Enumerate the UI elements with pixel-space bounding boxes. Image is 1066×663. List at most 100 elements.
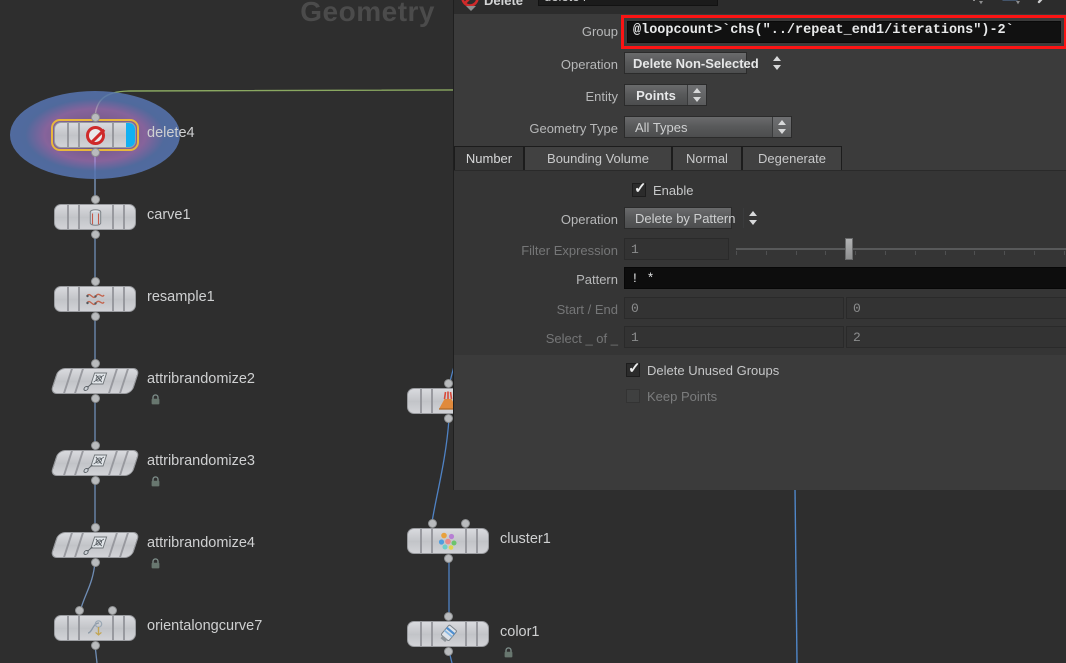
select-of-field-group[interactable]: 1 2 <box>624 326 1066 348</box>
param-row-geometry-type: Geometry Type All Types <box>454 116 1066 142</box>
geometry-type-menu-value: All Types <box>635 119 688 135</box>
tab-bounding-volume[interactable]: Bounding Volume <box>524 146 672 171</box>
carve-cylinder-icon <box>85 207 105 227</box>
tab-normal[interactable]: Normal <box>672 146 742 171</box>
node-input-connector[interactable] <box>108 606 117 615</box>
node-stripe <box>112 123 114 147</box>
entity-menu[interactable]: Points <box>624 84 707 106</box>
select-of-total-input[interactable]: 2 <box>846 326 1066 348</box>
node-input-connector[interactable] <box>91 359 100 368</box>
node-output-connector[interactable] <box>91 148 100 157</box>
node-output-connector[interactable] <box>91 394 100 403</box>
gear-asterisk-icon[interactable] <box>965 0 989 6</box>
node-input-connector[interactable] <box>444 612 453 621</box>
node-output-connector[interactable] <box>444 647 453 656</box>
node-stripe <box>67 123 69 147</box>
parameter-panel: Delete delete4 <box>453 0 1066 490</box>
slider-ticks <box>736 251 1066 256</box>
parameter-panel-header: Delete delete4 <box>454 0 1066 15</box>
orientalongcurve-icon <box>85 618 105 638</box>
bypass-prohibited-icon <box>85 125 105 145</box>
param-label-tab-operation: Operation <box>560 212 618 227</box>
node-input-connector[interactable] <box>91 277 100 286</box>
enable-checkbox[interactable]: ✓ <box>632 180 647 197</box>
geometry-type-menu[interactable]: All Types <box>624 116 792 138</box>
param-label-select-of: Select _ of _ <box>545 331 618 346</box>
select-count-input[interactable]: 1 <box>624 326 844 348</box>
operation-menu-spinner[interactable] <box>766 53 781 73</box>
start-input[interactable]: 0 <box>624 297 844 319</box>
node-input-connector[interactable] <box>91 523 100 532</box>
tab-operation-menu-value: Delete by Pattern <box>635 210 736 226</box>
operation-menu[interactable]: Delete Non-Selected <box>624 52 781 74</box>
node-input-connector[interactable] <box>444 379 453 388</box>
node-name-input[interactable]: delete4 <box>538 0 718 6</box>
node-label: attribrandomize4 <box>147 535 255 551</box>
node-output-connector[interactable] <box>91 230 100 239</box>
pattern-input[interactable]: ! * <box>624 267 1066 289</box>
filter-expression-field-group[interactable]: 1 <box>624 238 1066 260</box>
node-label: carve1 <box>147 207 191 223</box>
geometry-type-menu-spinner[interactable] <box>772 117 791 137</box>
node-input-connector[interactable] <box>75 606 84 615</box>
node-output-connector[interactable] <box>91 312 100 321</box>
lock-icon <box>150 392 161 405</box>
param-row-select-of: Select _ of _ 1 2 <box>454 326 1066 352</box>
node-output-connector[interactable] <box>91 476 100 485</box>
node-output-connector[interactable] <box>91 558 100 567</box>
param-row-filter-expression: Filter Expression 1 <box>454 238 1066 264</box>
node-output-connector[interactable] <box>444 554 453 563</box>
node-input-connector[interactable] <box>461 519 470 528</box>
check-mark-icon: ✓ <box>634 180 647 197</box>
param-label-group: Group <box>581 24 618 39</box>
delete-unused-groups-checkbox[interactable]: ✓ <box>626 360 641 377</box>
tab-operation-menu-spinner[interactable] <box>743 208 758 228</box>
node-input-connector[interactable] <box>91 195 100 204</box>
delete-unused-groups-label: Delete Unused Groups <box>647 363 780 378</box>
keep-points-checkbox[interactable] <box>626 389 640 403</box>
tab-number[interactable]: Number <box>454 146 524 171</box>
entity-menu-value: Points <box>636 87 676 103</box>
panel-header-icons <box>965 0 1061 6</box>
start-end-field-group[interactable]: 0 0 <box>624 297 1066 319</box>
chevron-down-icon[interactable] <box>466 6 476 11</box>
tab-degenerate[interactable]: Degenerate <box>742 146 842 171</box>
entity-menu-spinner[interactable] <box>687 85 706 105</box>
filter-expression-slider[interactable] <box>736 238 1066 260</box>
color-tube-icon <box>438 624 458 644</box>
param-row-operation: Operation Delete Non-Selected <box>454 52 1066 78</box>
node-output-connector[interactable] <box>444 414 453 423</box>
lock-icon <box>150 474 161 487</box>
node-label: resample1 <box>147 289 215 305</box>
node-input-connector[interactable] <box>91 441 100 450</box>
param-label-start-end: Start / End <box>556 302 618 317</box>
param-row-pattern: Pattern ! * <box>454 267 1066 293</box>
group-input[interactable]: @loopcount>`chs("../repeat_end1/iteratio… <box>627 21 1061 43</box>
tab-operation-menu[interactable]: Delete by Pattern <box>624 207 758 229</box>
node-input-connector[interactable] <box>91 113 100 122</box>
param-row-entity: Entity Points <box>454 84 1066 110</box>
pattern-field-group[interactable]: ! * <box>624 267 1066 289</box>
node-input-connector[interactable] <box>428 519 437 528</box>
param-label-pattern: Pattern <box>576 272 618 287</box>
search-icon[interactable] <box>1037 0 1061 6</box>
columns-icon[interactable] <box>1001 0 1025 6</box>
filter-expression-input[interactable]: 1 <box>624 238 729 260</box>
param-label-geometry-type: Geometry Type <box>529 121 618 136</box>
node-stripe <box>78 123 80 147</box>
cluster-dots-icon <box>438 531 458 551</box>
keep-points-label: Keep Points <box>647 389 718 404</box>
end-input[interactable]: 0 <box>846 297 1066 319</box>
node-label: orientalongcurve7 <box>147 618 263 634</box>
param-label-filter-expression: Filter Expression <box>521 243 618 258</box>
lock-icon <box>503 645 514 658</box>
node-output-connector[interactable] <box>91 641 100 650</box>
param-label-operation: Operation <box>560 57 618 72</box>
resample-wave-icon <box>85 289 105 309</box>
param-label-entity: Entity <box>585 89 618 104</box>
param-row-start-end: Start / End 0 0 <box>454 297 1066 323</box>
node-type-label: Delete <box>484 0 524 8</box>
node-display-flag[interactable] <box>126 123 135 147</box>
slider-handle[interactable] <box>845 238 854 260</box>
check-mark-icon: ✓ <box>628 360 641 377</box>
